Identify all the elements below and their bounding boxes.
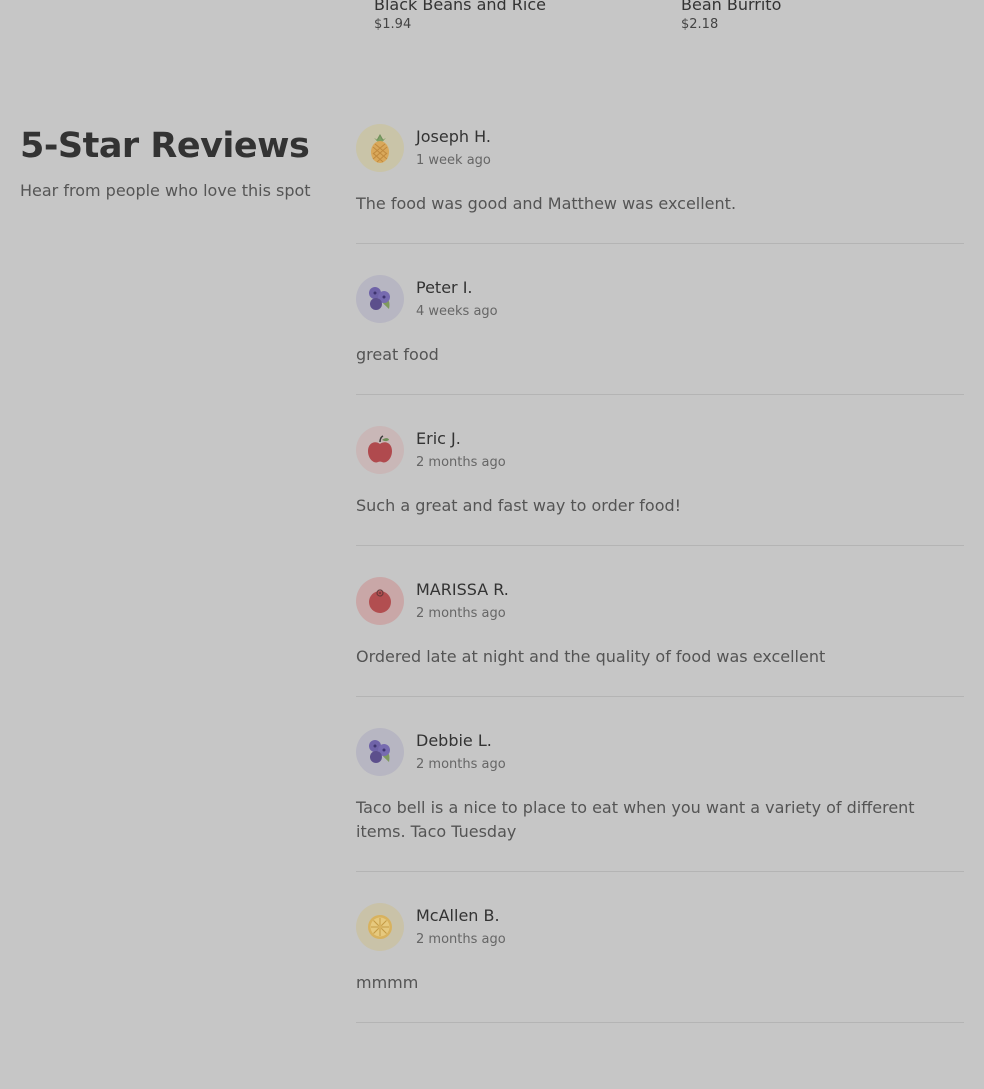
reviews-intro: 5-Star Reviews Hear from people who love… (20, 124, 320, 202)
review-text: Such a great and fast way to order food! (356, 496, 682, 515)
menu-item-black-beans-and-rice[interactable]: Black Beans and Rice $1.94 (374, 0, 546, 34)
review-card: Peter I. 4 weeks ago great food (356, 275, 964, 395)
review-card: MARISSA R. 2 months ago Ordered late at … (356, 577, 964, 697)
review-date: 2 months ago (416, 756, 506, 772)
review-date: 2 months ago (416, 605, 506, 621)
reviewer-name: McAllen B. (416, 905, 500, 925)
review-text: The food was good and Matthew was excell… (356, 194, 737, 213)
blueberries-icon (356, 275, 404, 323)
reviewer-name: Eric J. (416, 428, 461, 448)
blueberries-icon (356, 728, 404, 776)
review-header: MARISSA R. 2 months ago (356, 577, 964, 625)
review-text: mmmm (356, 973, 419, 992)
section-title: 5-Star Reviews (20, 126, 310, 166)
review-date: 2 months ago (416, 454, 506, 470)
review-header: McAllen B. 2 months ago (356, 903, 964, 951)
review-text: Ordered late at night and the quality of… (356, 647, 826, 666)
reviews-list: Joseph H. 1 week ago The food was good a… (356, 124, 964, 1054)
reviewer-info: Debbie L. 2 months ago (416, 731, 506, 774)
reviewer-name: Peter I. (416, 277, 473, 297)
reviewer-name: Joseph H. (416, 126, 491, 146)
reviewer-info: Peter I. 4 weeks ago (416, 278, 498, 321)
lemon-slice-icon (356, 903, 404, 951)
review-card: Joseph H. 1 week ago The food was good a… (356, 124, 964, 244)
section-subtitle: Hear from people who love this spot (20, 181, 311, 200)
reviewer-info: McAllen B. 2 months ago (416, 906, 506, 949)
review-card: Debbie L. 2 months ago Taco bell is a ni… (356, 728, 964, 872)
pineapple-icon (356, 124, 404, 172)
menu-item-bean-burrito[interactable]: Bean Burrito $2.18 (681, 0, 781, 34)
reviewer-info: Joseph H. 1 week ago (416, 127, 491, 170)
menu-item-price: $1.94 (374, 17, 412, 32)
review-card: McAllen B. 2 months ago mmmm (356, 903, 964, 1023)
review-text: great food (356, 345, 439, 364)
review-header: Debbie L. 2 months ago (356, 728, 964, 776)
review-text: Taco bell is a nice to place to eat when… (356, 798, 915, 841)
review-header: Eric J. 2 months ago (356, 426, 964, 474)
apple-icon (356, 426, 404, 474)
menu-items-strip: Black Beans and Rice $1.94 Bean Burrito … (0, 0, 984, 50)
review-date: 1 week ago (416, 152, 491, 168)
reviewer-info: Eric J. 2 months ago (416, 429, 506, 472)
menu-item-name: Black Beans and Rice (374, 0, 546, 14)
tomato-icon (356, 577, 404, 625)
menu-item-price: $2.18 (681, 17, 719, 32)
review-header: Joseph H. 1 week ago (356, 124, 964, 172)
reviewer-name: Debbie L. (416, 730, 492, 750)
menu-item-name: Bean Burrito (681, 0, 782, 14)
reviewer-info: MARISSA R. 2 months ago (416, 580, 509, 623)
review-date: 4 weeks ago (416, 303, 498, 319)
review-header: Peter I. 4 weeks ago (356, 275, 964, 323)
review-date: 2 months ago (416, 931, 506, 947)
review-card: Eric J. 2 months ago Such a great and fa… (356, 426, 964, 546)
reviewer-name: MARISSA R. (416, 579, 509, 599)
